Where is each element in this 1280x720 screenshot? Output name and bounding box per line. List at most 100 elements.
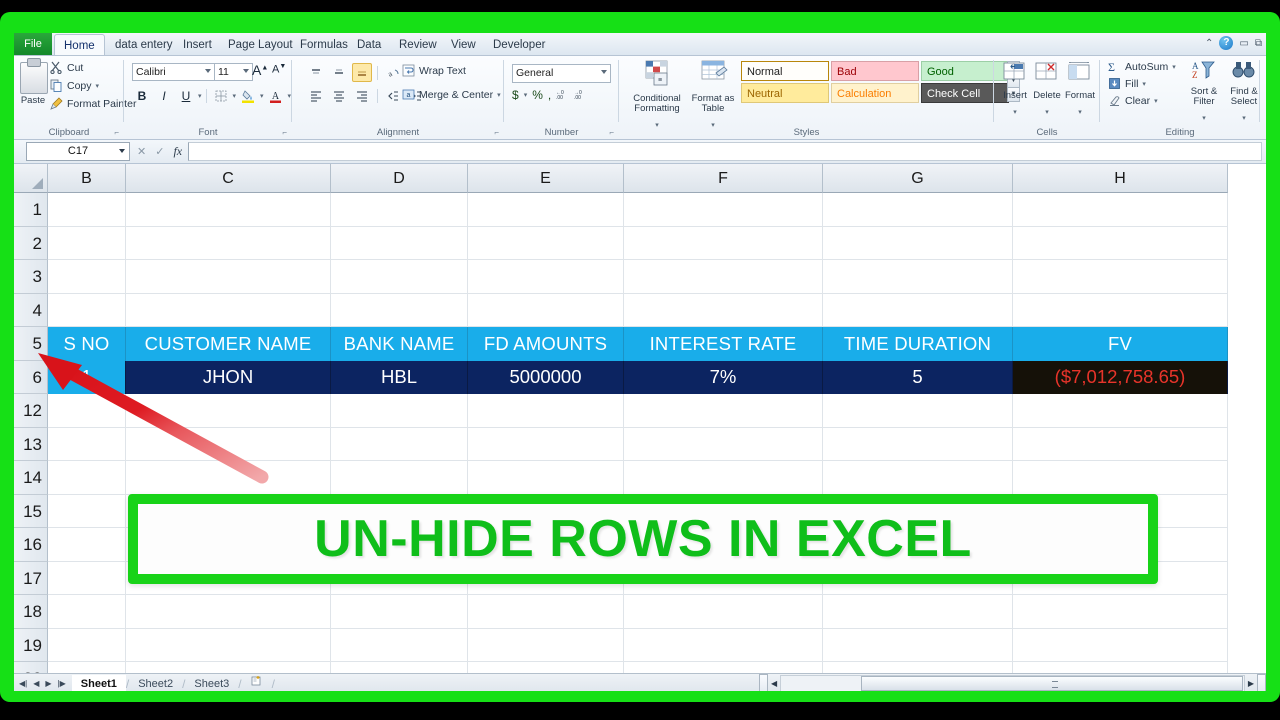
cell-c1[interactable]	[126, 193, 331, 227]
td-time-duration[interactable]: 5	[823, 360, 1013, 394]
cell-e4[interactable]	[468, 293, 624, 327]
cell-g12[interactable]	[823, 394, 1013, 428]
cell-e20[interactable]	[468, 662, 624, 673]
cell-c14[interactable]	[126, 461, 331, 495]
tab-view[interactable]: View	[442, 35, 485, 56]
cell-c12[interactable]	[126, 394, 331, 428]
style-bad[interactable]: Bad	[831, 61, 919, 81]
horizontal-scrollbar-thumb[interactable]	[861, 676, 1244, 691]
cell-h19[interactable]	[1013, 628, 1228, 662]
cell-d19[interactable]	[331, 628, 468, 662]
fill-button[interactable]: Fill ▾	[1108, 77, 1176, 90]
font-name-select[interactable]: Calibri	[132, 63, 215, 81]
row-header-2[interactable]: 2	[14, 226, 48, 260]
wrap-text-button[interactable]: Wrap Text	[402, 64, 466, 77]
style-neutral[interactable]: Neutral	[741, 83, 829, 103]
cell-d12[interactable]	[331, 394, 468, 428]
cell-b15[interactable]	[48, 494, 126, 528]
scroll-right-icon[interactable]: ▶	[1245, 679, 1257, 688]
tab-home[interactable]: Home	[54, 34, 105, 57]
cell-d13[interactable]	[331, 427, 468, 461]
cell-f1[interactable]	[624, 193, 823, 227]
cell-c18[interactable]	[126, 595, 331, 629]
insert-cells-dropdown-icon[interactable]: ▾	[1013, 109, 1017, 116]
cell-e18[interactable]	[468, 595, 624, 629]
cell-e2[interactable]	[468, 226, 624, 260]
cell-g1[interactable]	[823, 193, 1013, 227]
cell-d14[interactable]	[331, 461, 468, 495]
grow-font-button[interactable]: A▲	[252, 62, 268, 78]
sheet-nav-prev-icon[interactable]: ◀	[33, 679, 39, 688]
align-right-button[interactable]	[352, 86, 372, 105]
font-size-chevron-down-icon[interactable]	[243, 69, 249, 73]
column-header-g[interactable]: G	[823, 164, 1013, 193]
cell-e19[interactable]	[468, 628, 624, 662]
cell-c19[interactable]	[126, 628, 331, 662]
cell-d4[interactable]	[331, 293, 468, 327]
autosum-button[interactable]: Σ AutoSum ▾	[1108, 60, 1176, 74]
row-header-6[interactable]: 6	[14, 360, 48, 394]
cell-f19[interactable]	[624, 628, 823, 662]
cell-c3[interactable]	[126, 260, 331, 294]
cell-f12[interactable]	[624, 394, 823, 428]
cell-b3[interactable]	[48, 260, 126, 294]
split-handle[interactable]	[759, 674, 768, 691]
cell-h14[interactable]	[1013, 461, 1228, 495]
cell-c4[interactable]	[126, 293, 331, 327]
cell-g4[interactable]	[823, 293, 1013, 327]
cell-g14[interactable]	[823, 461, 1013, 495]
align-left-button[interactable]	[306, 86, 326, 105]
cell-b14[interactable]	[48, 461, 126, 495]
delete-cells-dropdown-icon[interactable]: ▾	[1045, 109, 1049, 116]
cell-g19[interactable]	[823, 628, 1013, 662]
row-header-1[interactable]: 1	[14, 193, 48, 227]
cell-f18[interactable]	[624, 595, 823, 629]
cell-b2[interactable]	[48, 226, 126, 260]
merge-center-button[interactable]: a Merge & Center ▾	[402, 88, 501, 101]
orientation-button[interactable]: a	[383, 63, 403, 82]
cell-h3[interactable]	[1013, 260, 1228, 294]
row-header-19[interactable]: 19	[14, 628, 48, 662]
th-interest-rate[interactable]: INTEREST RATE	[624, 327, 823, 361]
italic-button[interactable]: I	[154, 86, 174, 105]
decrease-decimal-button[interactable]: →0.00	[574, 88, 587, 102]
cell-h2[interactable]	[1013, 226, 1228, 260]
collapse-ribbon-icon[interactable]: ⌃	[1205, 38, 1213, 49]
find-select-dropdown-icon[interactable]: ▾	[1242, 115, 1246, 122]
cell-f14[interactable]	[624, 461, 823, 495]
currency-dropdown-icon[interactable]: ▾	[524, 91, 528, 99]
cancel-formula-icon[interactable]: ✕	[137, 145, 146, 158]
th-fv[interactable]: FV	[1013, 327, 1228, 361]
row-header-15[interactable]: 15	[14, 494, 48, 528]
tab-data-entery[interactable]: data entery	[106, 35, 182, 56]
borders-button[interactable]	[211, 86, 231, 105]
name-box[interactable]: C17	[26, 142, 130, 161]
name-box-chevron-down-icon[interactable]	[119, 149, 125, 153]
td-customer-name[interactable]: JHON	[126, 360, 331, 394]
tab-file[interactable]: File	[14, 33, 52, 56]
number-format-chevron-down-icon[interactable]	[601, 70, 607, 74]
shrink-font-button[interactable]: A▼	[272, 63, 286, 76]
column-header-e[interactable]: E	[468, 164, 624, 193]
cell-h12[interactable]	[1013, 394, 1228, 428]
style-normal[interactable]: Normal	[741, 61, 829, 81]
tab-page-layout[interactable]: Page Layout	[219, 35, 302, 56]
horizontal-scrollbar-track[interactable]	[780, 675, 1245, 691]
cell-b18[interactable]	[48, 595, 126, 629]
cell-e1[interactable]	[468, 193, 624, 227]
autosum-dropdown-icon[interactable]: ▾	[1172, 63, 1176, 71]
cell-f3[interactable]	[624, 260, 823, 294]
cell-g13[interactable]	[823, 427, 1013, 461]
cell-e14[interactable]	[468, 461, 624, 495]
clipboard-dialog-launcher-icon[interactable]: ⌐	[114, 128, 119, 137]
alignment-dialog-launcher-icon[interactable]: ⌐	[494, 128, 499, 137]
help-icon[interactable]: ?	[1219, 36, 1234, 50]
split-handle-right[interactable]	[1257, 674, 1266, 691]
copy-dropdown-icon[interactable]: ▾	[96, 82, 100, 90]
sheet-tab-sheet3[interactable]: Sheet3	[185, 675, 238, 692]
sheet-nav-last-icon[interactable]: |▶	[58, 679, 66, 688]
font-name-chevron-down-icon[interactable]	[205, 69, 211, 73]
scroll-left-icon[interactable]: ◀	[768, 679, 780, 688]
column-header-b[interactable]: B	[48, 164, 126, 193]
formula-input[interactable]	[188, 142, 1262, 161]
